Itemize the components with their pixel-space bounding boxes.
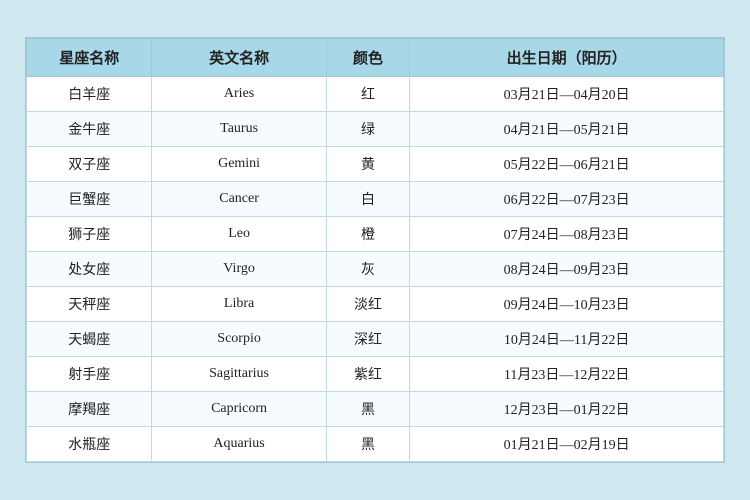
cell-date: 06月22日—07月23日 bbox=[410, 182, 724, 217]
cell-color: 白 bbox=[326, 182, 410, 217]
cell-zh: 双子座 bbox=[27, 147, 152, 182]
cell-en: Scorpio bbox=[152, 322, 326, 357]
cell-date: 11月23日—12月22日 bbox=[410, 357, 724, 392]
cell-zh: 天秤座 bbox=[27, 287, 152, 322]
table-row: 摩羯座Capricorn黑12月23日—01月22日 bbox=[27, 392, 724, 427]
cell-color: 橙 bbox=[326, 217, 410, 252]
cell-en: Aries bbox=[152, 77, 326, 112]
cell-en: Gemini bbox=[152, 147, 326, 182]
cell-color: 灰 bbox=[326, 252, 410, 287]
cell-color: 淡红 bbox=[326, 287, 410, 322]
table-row: 天蝎座Scorpio深红10月24日—11月22日 bbox=[27, 322, 724, 357]
table-body: 白羊座Aries红03月21日—04月20日金牛座Taurus绿04月21日—0… bbox=[27, 77, 724, 462]
cell-en: Aquarius bbox=[152, 427, 326, 462]
cell-date: 10月24日—11月22日 bbox=[410, 322, 724, 357]
table-row: 白羊座Aries红03月21日—04月20日 bbox=[27, 77, 724, 112]
header-color: 颜色 bbox=[326, 39, 410, 77]
cell-date: 12月23日—01月22日 bbox=[410, 392, 724, 427]
cell-color: 黑 bbox=[326, 427, 410, 462]
table-row: 天秤座Libra淡红09月24日—10月23日 bbox=[27, 287, 724, 322]
cell-date: 08月24日—09月23日 bbox=[410, 252, 724, 287]
table-row: 狮子座Leo橙07月24日—08月23日 bbox=[27, 217, 724, 252]
cell-color: 黄 bbox=[326, 147, 410, 182]
cell-zh: 天蝎座 bbox=[27, 322, 152, 357]
cell-en: Sagittarius bbox=[152, 357, 326, 392]
cell-zh: 金牛座 bbox=[27, 112, 152, 147]
cell-zh: 狮子座 bbox=[27, 217, 152, 252]
cell-en: Libra bbox=[152, 287, 326, 322]
header-en: 英文名称 bbox=[152, 39, 326, 77]
table-row: 处女座Virgo灰08月24日—09月23日 bbox=[27, 252, 724, 287]
zodiac-table-container: 星座名称 英文名称 颜色 出生日期（阳历） 白羊座Aries红03月21日—04… bbox=[25, 37, 725, 463]
cell-date: 07月24日—08月23日 bbox=[410, 217, 724, 252]
cell-zh: 巨蟹座 bbox=[27, 182, 152, 217]
cell-color: 绿 bbox=[326, 112, 410, 147]
cell-en: Leo bbox=[152, 217, 326, 252]
table-row: 双子座Gemini黄05月22日—06月21日 bbox=[27, 147, 724, 182]
cell-date: 01月21日—02月19日 bbox=[410, 427, 724, 462]
table-row: 金牛座Taurus绿04月21日—05月21日 bbox=[27, 112, 724, 147]
cell-date: 04月21日—05月21日 bbox=[410, 112, 724, 147]
cell-color: 红 bbox=[326, 77, 410, 112]
cell-zh: 射手座 bbox=[27, 357, 152, 392]
cell-date: 05月22日—06月21日 bbox=[410, 147, 724, 182]
cell-en: Cancer bbox=[152, 182, 326, 217]
cell-date: 03月21日—04月20日 bbox=[410, 77, 724, 112]
cell-zh: 摩羯座 bbox=[27, 392, 152, 427]
cell-zh: 白羊座 bbox=[27, 77, 152, 112]
cell-en: Virgo bbox=[152, 252, 326, 287]
header-zh: 星座名称 bbox=[27, 39, 152, 77]
table-row: 水瓶座Aquarius黑01月21日—02月19日 bbox=[27, 427, 724, 462]
cell-color: 深红 bbox=[326, 322, 410, 357]
table-row: 射手座Sagittarius紫红11月23日—12月22日 bbox=[27, 357, 724, 392]
header-date: 出生日期（阳历） bbox=[410, 39, 724, 77]
table-header-row: 星座名称 英文名称 颜色 出生日期（阳历） bbox=[27, 39, 724, 77]
cell-zh: 水瓶座 bbox=[27, 427, 152, 462]
cell-color: 紫红 bbox=[326, 357, 410, 392]
cell-en: Taurus bbox=[152, 112, 326, 147]
cell-color: 黑 bbox=[326, 392, 410, 427]
cell-date: 09月24日—10月23日 bbox=[410, 287, 724, 322]
zodiac-table: 星座名称 英文名称 颜色 出生日期（阳历） 白羊座Aries红03月21日—04… bbox=[26, 38, 724, 462]
table-row: 巨蟹座Cancer白06月22日—07月23日 bbox=[27, 182, 724, 217]
cell-en: Capricorn bbox=[152, 392, 326, 427]
cell-zh: 处女座 bbox=[27, 252, 152, 287]
